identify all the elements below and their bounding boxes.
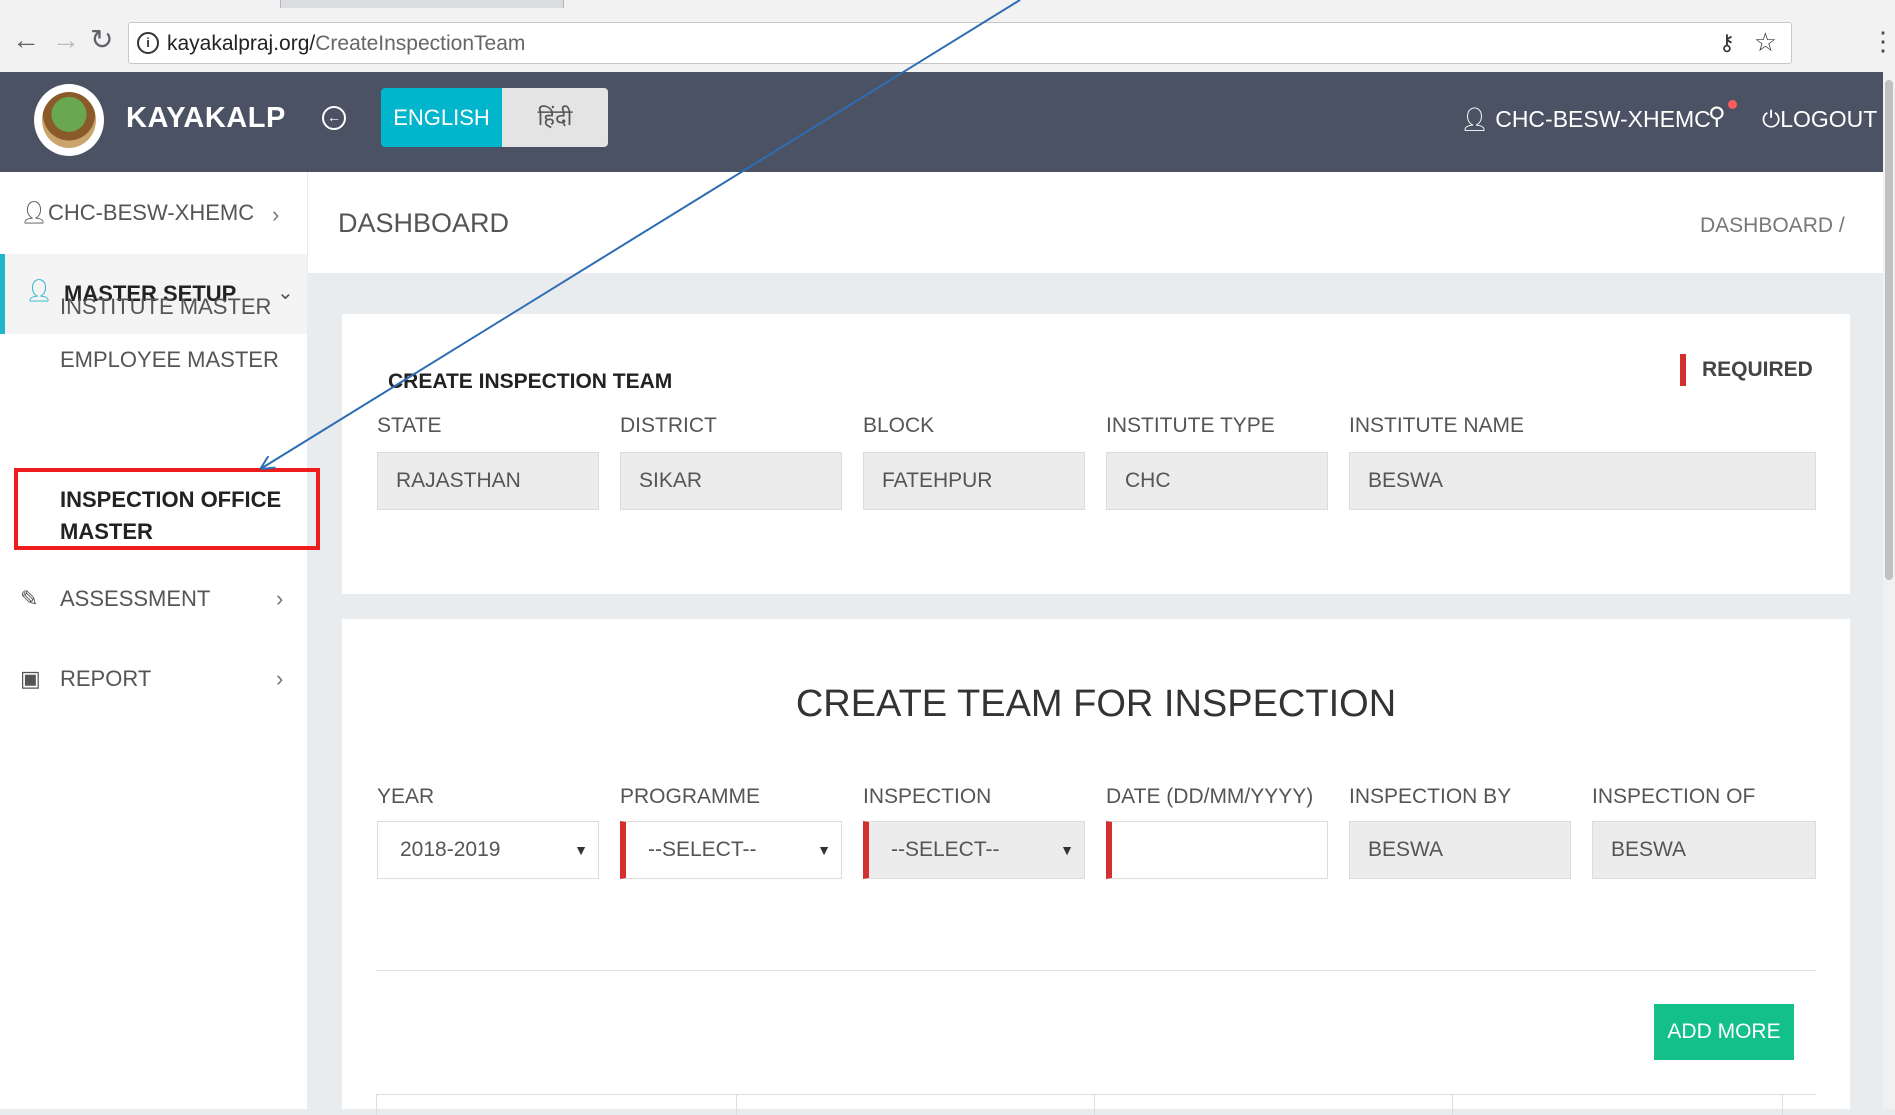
inspection-select[interactable]: --SELECT-- ▼ [863,821,1085,879]
institute-name-field[interactable]: BESWA [1349,452,1816,510]
bookmark-star-icon[interactable]: ☆ [1754,27,1777,58]
chevron-down-icon: ⌄ [277,282,294,304]
header-user[interactable]: 👤︎ CHC-BESW-XHEMC [1460,106,1711,133]
section-title: CREATE TEAM FOR INSPECTION [795,683,1397,725]
programme-select[interactable]: --SELECT-- ▼ [620,821,842,879]
institute-type-field[interactable]: CHC [1106,452,1328,510]
divider [376,970,1816,971]
inspection-by-label: INSPECTION BY [1349,785,1512,808]
forward-icon[interactable]: → [52,26,80,54]
tree-emblem [42,92,96,148]
block-label: BLOCK [863,414,935,437]
header-user-label: CHC-BESW-XHEMC [1495,106,1711,132]
add-more-button[interactable]: ADD MORE [1654,1004,1794,1060]
table-column-divider [376,1095,377,1115]
calendar-icon: ▣ [20,666,41,691]
required-legend: REQUIRED [1680,354,1813,386]
scrollbar-thumb[interactable] [1885,80,1893,580]
browser-toolbar: ← → ↻ i kayakalpraj.org/CreateInspection… [0,8,1895,73]
brand-name: KAYAKALP [126,102,286,134]
inspection-by-field[interactable]: BESWA [1349,821,1571,879]
url-text[interactable]: kayakalpraj.org/CreateInspectionTeam [167,32,525,56]
english-button[interactable]: ENGLISH [381,88,502,147]
info-icon[interactable]: i [137,32,159,54]
year-select-value: 2018-2019 [400,838,501,861]
change-password-icon[interactable]: ⚲ [1708,100,1737,131]
browser-tab-strip [0,0,1895,8]
institute-info-card: CREATE INSPECTION TEAM REQUIRED STATE RA… [342,314,1850,594]
team-table-header [376,1094,1816,1115]
highlight-box: INSPECTION OFFICE MASTER [14,468,320,550]
url-domain: kayakalpraj.org/ [167,32,316,55]
back-icon[interactable]: ← [12,26,40,54]
sidebar: 👤︎CHC-BESW-XHEMC › 👤︎ MASTER SETUP ⌄ INS… [0,172,307,1109]
sidebar-item-assessment[interactable]: ✎ ASSESSMENT [20,586,210,612]
chevron-right-icon[interactable]: › [276,666,283,692]
institute-type-label: INSTITUTE TYPE [1106,414,1275,437]
card-title: CREATE INSPECTION TEAM [388,370,673,393]
state-field[interactable]: RAJASTHAN [377,452,599,510]
sidebar-item-label: ASSESSMENT [60,586,211,611]
programme-select-value: --SELECT-- [648,838,757,861]
page-header: DASHBOARD DASHBOARD / [308,172,1895,273]
sidebar-subitem-inspection-office-master[interactable]: INSPECTION OFFICE MASTER [60,484,300,548]
sidebar-user-label: CHC-BESW-XHEMC [47,200,255,225]
institute-name-label: INSTITUTE NAME [1349,414,1525,437]
district-field[interactable]: SIKAR [620,452,842,510]
chevron-right-icon[interactable]: › [272,202,279,228]
state-label: STATE [377,414,442,437]
notification-dot [1728,100,1737,109]
language-switch: ENGLISH हिंदी [381,88,608,147]
inspection-of-label: INSPECTION OF [1592,785,1756,808]
browser-tab[interactable] [0,0,281,8]
table-column-divider [1452,1095,1453,1115]
address-bar[interactable]: i kayakalpraj.org/CreateInspectionTeam ⚷… [128,22,1792,64]
hindi-button[interactable]: हिंदी [502,88,608,147]
reload-icon[interactable]: ↻ [90,26,113,54]
edit-icon: ✎ [20,586,39,611]
logout-button[interactable]: ⏻LOGOUT [1762,106,1877,133]
user-icon: 👤︎ [1460,106,1490,132]
sidebar-item-report[interactable]: ▣ REPORT [20,666,151,692]
dropdown-caret-icon: ▼ [1060,842,1074,858]
key-icon[interactable]: ⚷ [1719,30,1735,56]
sidebar-subitem-institute-master[interactable]: INSTITUTE MASTER [60,294,271,320]
inspection-label: INSPECTION [863,785,992,808]
sidebar-item-label: REPORT [60,666,152,691]
sidebar-toggle-icon[interactable]: ← [322,106,346,130]
user-icon: 👤︎ [20,200,48,225]
sidebar-user[interactable]: 👤︎CHC-BESW-XHEMC [20,200,254,226]
power-icon: ⏻ [1762,106,1781,132]
create-team-card: CREATE TEAM FOR INSPECTION YEAR 2018-201… [342,619,1850,1115]
user-icon: 👤︎ [25,278,53,303]
app-header: KAYAKALP ← ENGLISH हिंदी 👤︎ CHC-BESW-XHEM… [0,72,1895,172]
chevron-right-icon[interactable]: › [276,586,283,612]
date-label: DATE (DD/MM/YYYY) [1106,785,1314,808]
block-field[interactable]: FATEHPUR [863,452,1085,510]
url-path: CreateInspectionTeam [315,32,526,55]
year-label: YEAR [377,785,435,808]
table-column-divider [736,1095,737,1115]
sidebar-subitem-employee-master[interactable]: EMPLOYEE MASTER [60,347,279,373]
inspection-select-value: --SELECT-- [891,838,1000,861]
browser-menu-icon[interactable]: ⋮ [1870,28,1895,54]
table-column-divider [1782,1095,1783,1115]
table-column-divider [1094,1095,1095,1115]
page-title: DASHBOARD [338,208,510,238]
kayakalp-logo [34,84,104,156]
page-scrollbar[interactable] [1883,72,1895,1109]
year-select[interactable]: 2018-2019 ▼ [377,821,599,879]
programme-label: PROGRAMME [620,785,761,808]
date-input[interactable] [1106,821,1328,879]
browser-tab-active[interactable] [563,0,1895,8]
logout-label: LOGOUT [1780,106,1878,132]
dropdown-caret-icon: ▼ [574,842,588,858]
dropdown-caret-icon: ▼ [817,842,831,858]
district-label: DISTRICT [620,414,717,437]
breadcrumb[interactable]: DASHBOARD / [1700,214,1845,238]
inspection-of-field[interactable]: BESWA [1592,821,1816,879]
